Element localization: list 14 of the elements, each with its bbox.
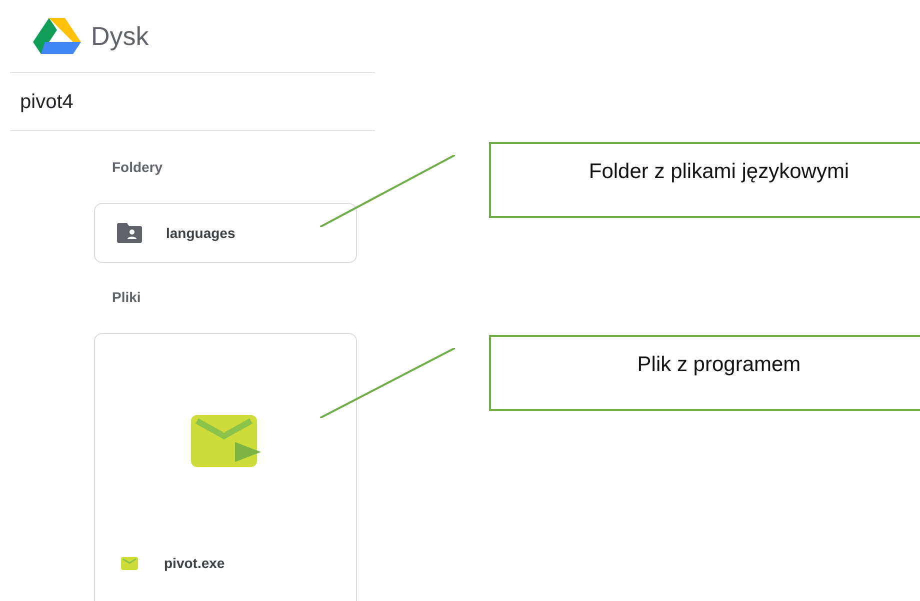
folder-title: pivot4: [20, 90, 74, 114]
file-name: pivot.exe: [164, 554, 225, 573]
shared-folder-icon: [117, 223, 142, 243]
envelope-play-icon: [190, 414, 260, 468]
section-heading: Foldery: [111, 158, 164, 177]
section-heading: Pliki: [111, 288, 142, 307]
drive-logo-icon: [33, 18, 81, 54]
callout-box: Folder z plikami językowymi: [489, 142, 920, 218]
envelope-play-icon: [121, 557, 138, 570]
folder-name: languages: [166, 224, 236, 243]
app-name: Dysk: [91, 20, 149, 52]
folder-card[interactable]: languages: [94, 203, 357, 263]
callout-box: Plik z programem: [489, 335, 920, 411]
file-card[interactable]: pivot.exe: [94, 333, 357, 601]
